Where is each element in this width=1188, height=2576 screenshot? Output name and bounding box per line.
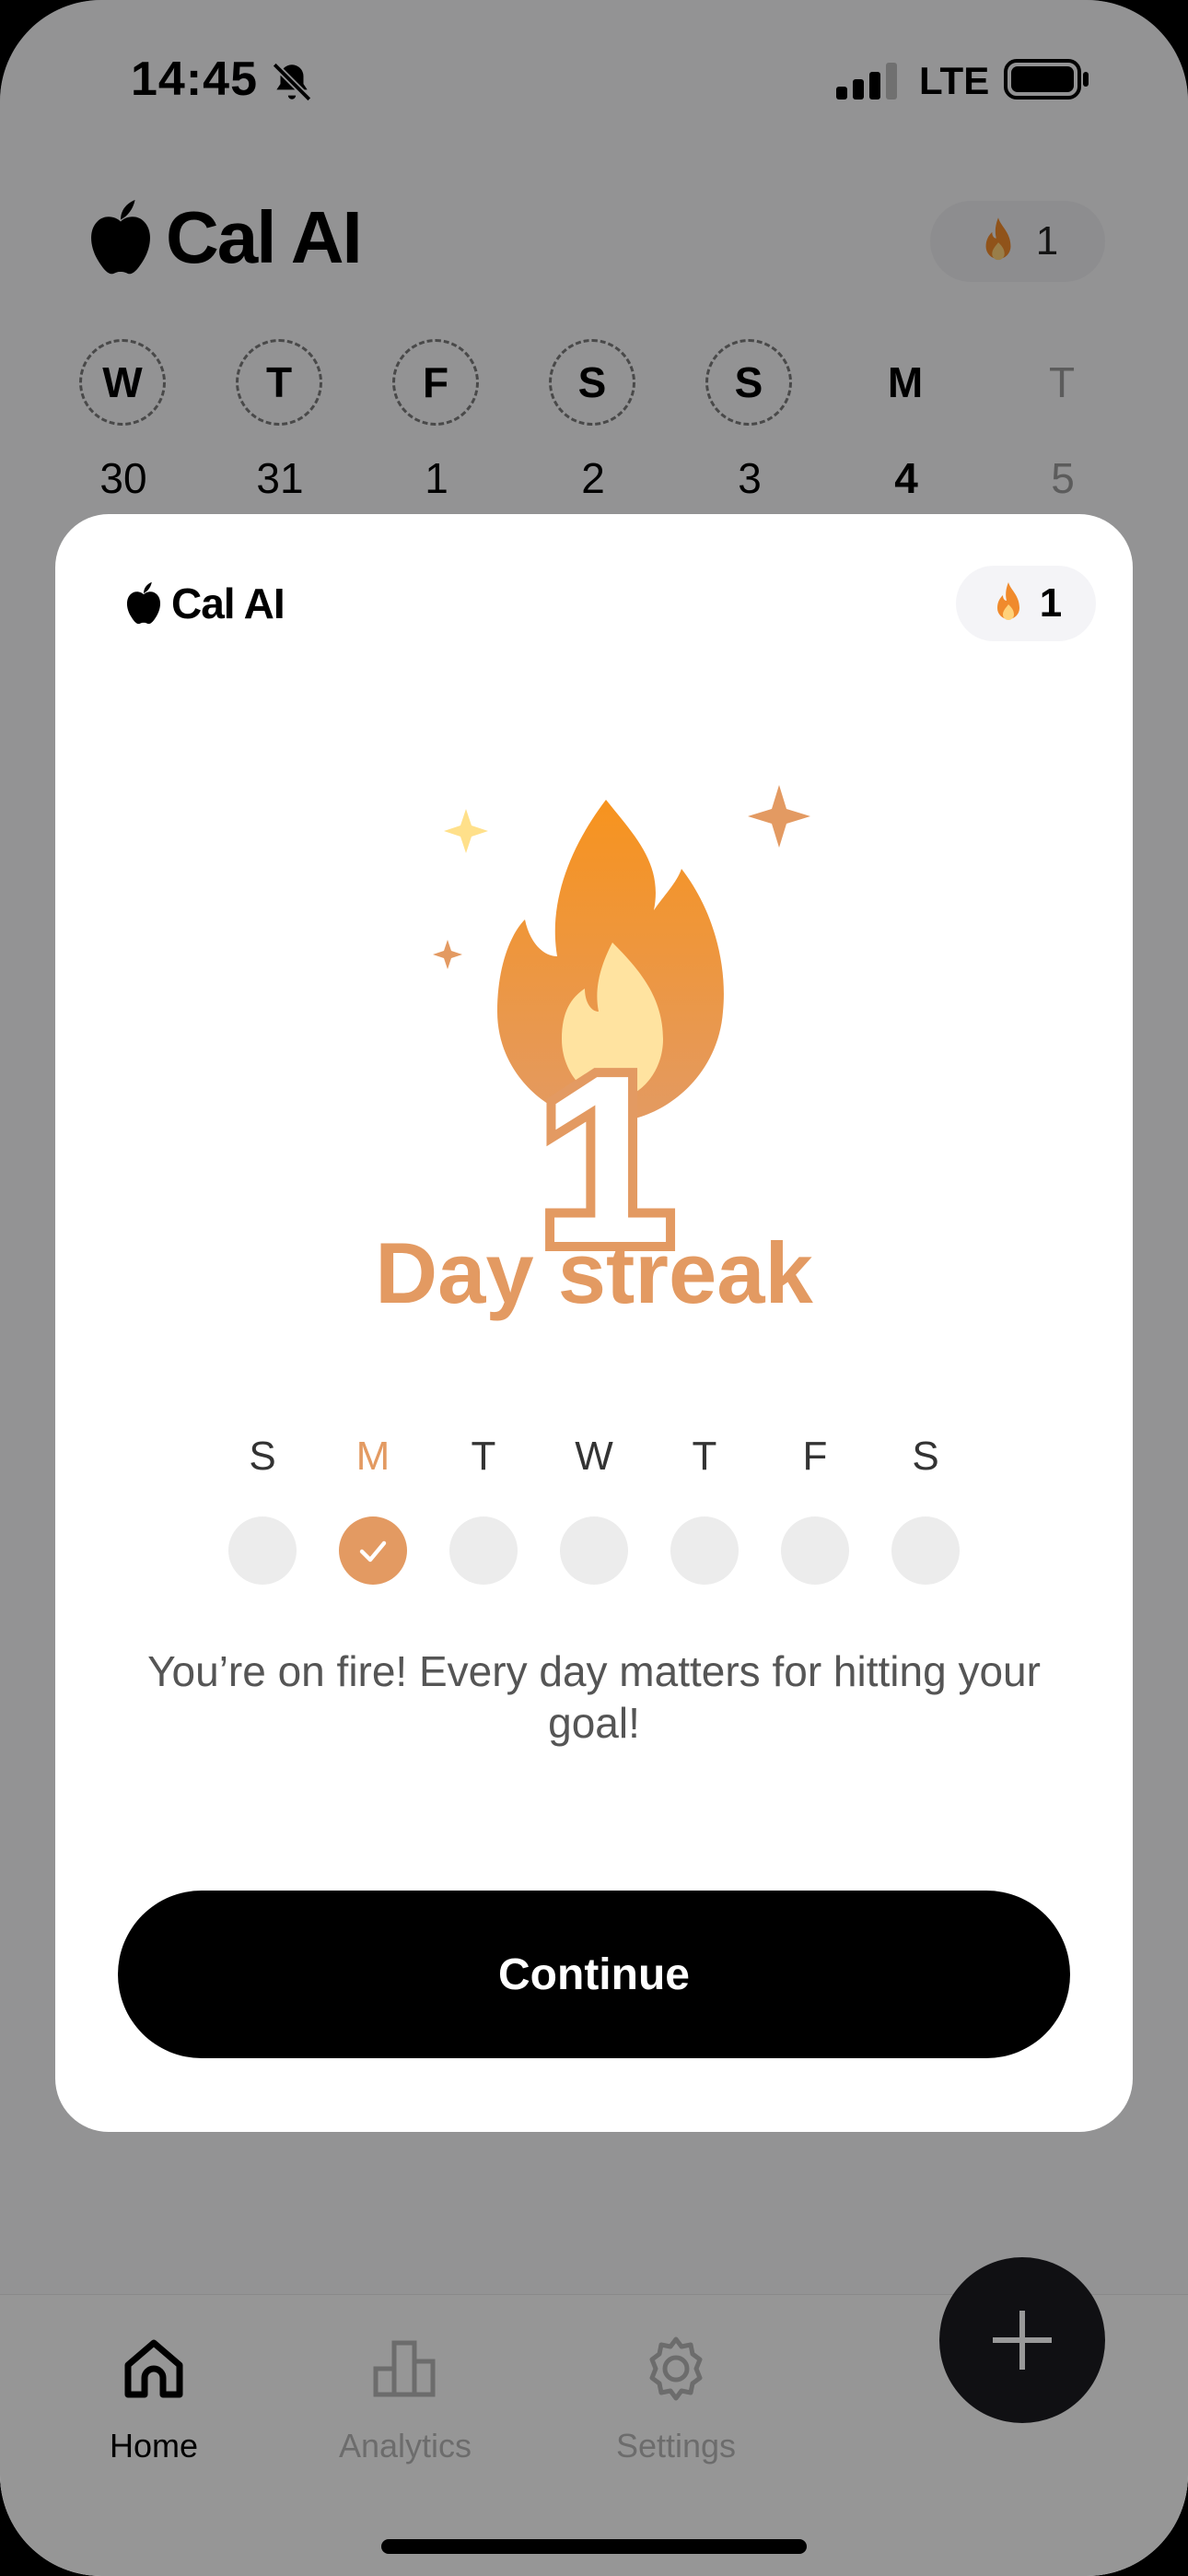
progress-dot: [670, 1516, 739, 1585]
flame-icon: [996, 582, 1019, 620]
streak-message: You’re on fire! Every day matters for hi…: [147, 1647, 1041, 1747]
streak-modal: Cal AI 1 1 Day streak S M T W T F S You’…: [55, 514, 1133, 2132]
progress-dot: [781, 1516, 849, 1585]
progress-day-label: F: [802, 1434, 828, 1479]
modal-brand: Cal AI: [123, 579, 285, 628]
progress-day-label: W: [575, 1434, 613, 1479]
progress-day: W: [560, 1434, 628, 1585]
progress-dot: [891, 1516, 960, 1585]
progress-dot: [560, 1516, 628, 1585]
app-screen: 14:45 LTE Cal AI 1 W 30 T 31 F 1 S 2 S 3…: [0, 0, 1188, 2576]
progress-dot-done: [339, 1516, 407, 1585]
sparkle-icon: [748, 785, 810, 848]
progress-day-label: M: [355, 1434, 390, 1479]
checkmark-icon: [359, 1540, 387, 1563]
progress-day-label: S: [912, 1434, 939, 1479]
continue-button[interactable]: Continue: [118, 1891, 1070, 2058]
progress-day: F: [781, 1434, 849, 1585]
progress-day: S: [891, 1434, 960, 1585]
streak-flame-illustration: 1: [433, 785, 810, 1251]
progress-day: T: [449, 1434, 518, 1585]
streak-title: Day streak: [375, 1224, 813, 1321]
home-indicator[interactable]: [381, 2539, 807, 2554]
modal-brand-title: Cal AI: [171, 580, 285, 627]
sparkle-icon: [433, 940, 462, 969]
progress-day: T: [670, 1434, 739, 1585]
progress-day-label: T: [692, 1434, 717, 1479]
progress-day-label: S: [249, 1434, 276, 1479]
progress-day: M: [339, 1434, 407, 1585]
modal-streak-count: 1: [1039, 580, 1063, 626]
apple-icon: [126, 581, 161, 625]
progress-dot: [228, 1516, 297, 1585]
progress-day: S: [228, 1434, 297, 1585]
progress-day-label: T: [471, 1434, 496, 1479]
sparkle-icon: [444, 809, 488, 853]
hero-streak-number: 1: [540, 1026, 673, 1251]
progress-dot: [449, 1516, 518, 1585]
modal-streak-badge: 1: [956, 566, 1096, 641]
